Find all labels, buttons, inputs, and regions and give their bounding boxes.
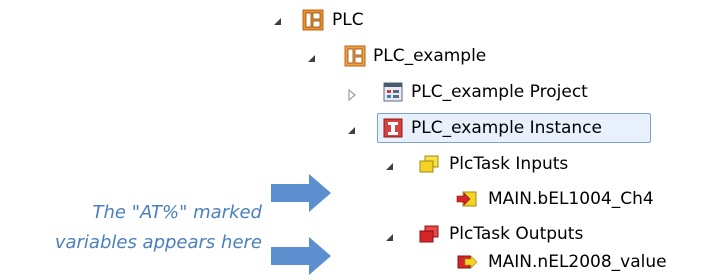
expanded-chevron-icon[interactable] — [346, 125, 358, 137]
tree-item-label: PlcTask Outputs — [449, 224, 584, 244]
plc-instance-icon — [382, 117, 404, 139]
input-image-icon — [418, 153, 440, 175]
expanded-chevron-icon[interactable] — [306, 53, 318, 65]
plc-project-icon — [344, 45, 366, 67]
output-image-icon — [418, 223, 440, 245]
tree-item-label: PLC_example — [373, 46, 487, 66]
input-variable-icon — [456, 188, 478, 210]
annotation-line-2: variables appears here — [54, 232, 262, 253]
tree-item-label: PLC_example Project — [411, 82, 588, 102]
collapsed-chevron-icon[interactable] — [346, 89, 358, 101]
tree-item-label: PLC_example Instance — [411, 118, 602, 138]
expanded-chevron-icon[interactable] — [384, 232, 396, 244]
output-variable-icon — [456, 251, 478, 273]
pointer-arrow-icon — [271, 174, 331, 212]
annotation-line-1: The "AT%" marked — [92, 202, 262, 223]
pointer-arrow-icon — [271, 237, 331, 275]
expanded-chevron-icon[interactable] — [384, 161, 396, 173]
tree-item-label: PLC — [332, 10, 364, 30]
tree-item-label: MAIN.nEL2008_value — [488, 252, 667, 272]
tree-item-label: PlcTask Inputs — [449, 154, 569, 174]
plc-icon — [302, 9, 324, 31]
plc-project-file-icon — [382, 81, 404, 103]
tree-item-label: MAIN.bEL1004_Ch4 — [488, 189, 654, 209]
expanded-chevron-icon[interactable] — [272, 16, 284, 28]
